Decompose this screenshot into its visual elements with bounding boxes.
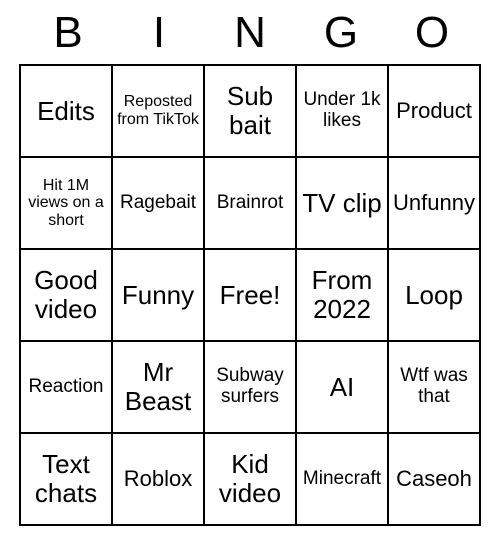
bingo-cell[interactable]: Wtf was that (388, 341, 480, 433)
bingo-cell[interactable]: Loop (388, 249, 480, 341)
bingo-cell[interactable]: Reposted from TikTok (112, 65, 204, 157)
bingo-cell[interactable]: Hit 1M views on a short (20, 157, 112, 249)
bingo-cell-free[interactable]: Free! (204, 249, 296, 341)
bingo-cell[interactable]: Subway surfers (204, 341, 296, 433)
bingo-cell[interactable]: Good video (20, 249, 112, 341)
bingo-cell[interactable]: Product (388, 65, 480, 157)
bingo-header: B I N G O (20, 8, 480, 64)
bingo-cell[interactable]: From 2022 (296, 249, 388, 341)
bingo-cell[interactable]: Sub bait (204, 65, 296, 157)
header-letter: I (129, 8, 189, 58)
header-letter: O (402, 8, 462, 58)
bingo-cell[interactable]: Roblox (112, 433, 204, 525)
bingo-cell[interactable]: Mr Beast (112, 341, 204, 433)
header-letter: N (220, 8, 280, 58)
bingo-cell[interactable]: Under 1k likes (296, 65, 388, 157)
bingo-cell[interactable]: Funny (112, 249, 204, 341)
bingo-cell[interactable]: Edits (20, 65, 112, 157)
header-letter: B (38, 8, 98, 58)
bingo-cell[interactable]: AI (296, 341, 388, 433)
bingo-cell[interactable]: Kid video (204, 433, 296, 525)
bingo-cell[interactable]: TV clip (296, 157, 388, 249)
bingo-grid: Edits Reposted from TikTok Sub bait Unde… (19, 64, 481, 526)
bingo-cell[interactable]: Brainrot (204, 157, 296, 249)
bingo-cell[interactable]: Reaction (20, 341, 112, 433)
bingo-cell[interactable]: Unfunny (388, 157, 480, 249)
bingo-cell[interactable]: Text chats (20, 433, 112, 525)
bingo-cell[interactable]: Ragebait (112, 157, 204, 249)
header-letter: G (311, 8, 371, 58)
bingo-cell[interactable]: Minecraft (296, 433, 388, 525)
bingo-cell[interactable]: Caseoh (388, 433, 480, 525)
